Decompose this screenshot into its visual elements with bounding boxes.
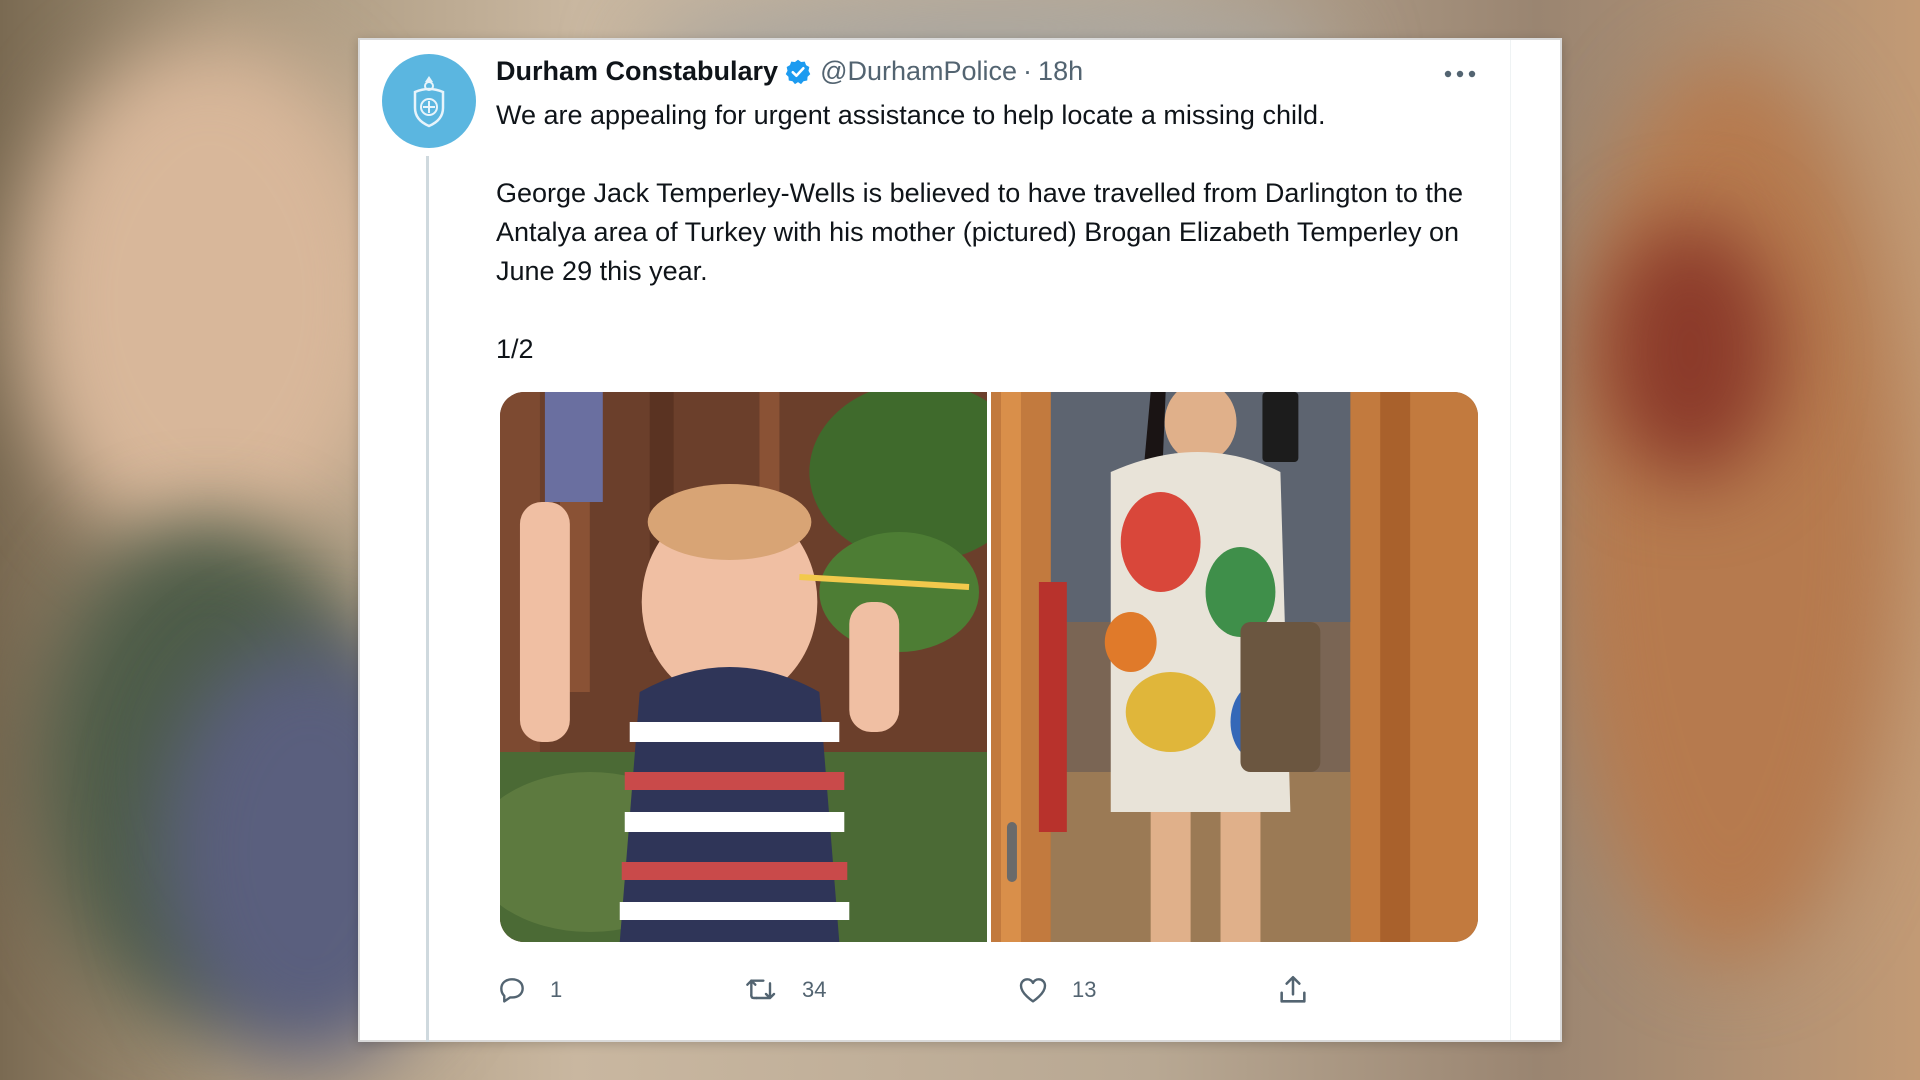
tweet-actions: 1 34 13 <box>496 970 1336 1010</box>
avatar[interactable] <box>382 54 476 148</box>
background-blur-shape <box>1560 60 1900 960</box>
photo-of-missing-child[interactable] <box>500 392 987 942</box>
tweet-text: We are appealing for urgent assistance t… <box>496 100 1463 364</box>
author-handle[interactable]: @DurhamPolice <box>820 56 1017 87</box>
background-blur-shape <box>20 40 400 560</box>
retweet-count: 34 <box>802 977 827 1002</box>
blurred-background: Durham Constabulary @DurhamPolice · 18h … <box>0 0 1920 1080</box>
heart-icon <box>1019 978 1047 1003</box>
background-blur-shape <box>1600 220 1780 480</box>
reply-count: 1 <box>550 977 563 1002</box>
police-crest-icon <box>413 76 445 128</box>
tweet-card[interactable]: Durham Constabulary @DurhamPolice · 18h … <box>358 38 1562 1042</box>
separator-dot: · <box>1023 56 1033 86</box>
like-button[interactable]: 13 <box>1016 974 1096 1006</box>
timeline-divider <box>1510 40 1511 1040</box>
timestamp[interactable]: 18h <box>1038 56 1083 87</box>
share-button[interactable] <box>1276 973 1310 1007</box>
retweet-button[interactable]: 34 <box>744 974 826 1006</box>
retweet-icon <box>746 979 776 1000</box>
thread-line <box>426 156 429 1042</box>
like-count: 13 <box>1072 977 1097 1002</box>
mirror-selfie-of-mother[interactable] <box>991 392 1478 942</box>
more-options-icon[interactable] <box>1440 62 1480 86</box>
reply-icon <box>500 978 524 1003</box>
tweet-media-grid[interactable] <box>500 392 1478 942</box>
author-name[interactable]: Durham Constabulary <box>496 56 778 87</box>
verified-badge-icon <box>784 58 812 86</box>
share-icon <box>1280 975 1306 1003</box>
reply-button[interactable]: 1 <box>496 974 562 1006</box>
tweet-header: Durham Constabulary @DurhamPolice · 18h <box>496 56 1083 87</box>
